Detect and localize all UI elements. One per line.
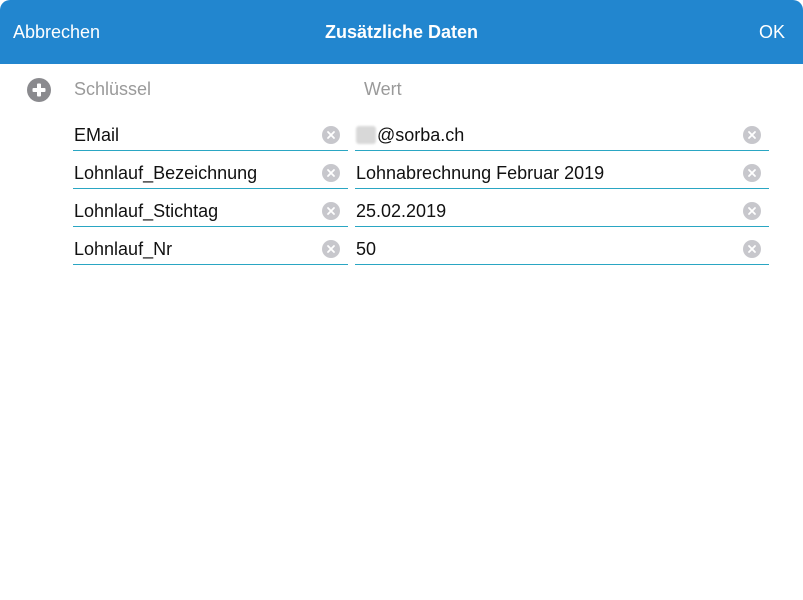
add-row-icon[interactable] bbox=[26, 77, 52, 103]
dialog-title: Zusätzliche Daten bbox=[324, 22, 479, 42]
redacted-text bbox=[356, 126, 376, 144]
key-field-text: Lohnlauf_Bezeichnung bbox=[74, 163, 258, 183]
key-field-text: Lohnlauf_Nr bbox=[74, 239, 173, 259]
clear-icon[interactable] bbox=[743, 126, 761, 144]
table-row: Lohnlauf_Nr 50 bbox=[0, 238, 803, 276]
key-field-text: Lohnlauf_Stichtag bbox=[74, 201, 219, 221]
value-field-text: 25.02.2019 bbox=[356, 201, 447, 221]
value-field-text-visible: @sorba.ch bbox=[377, 125, 465, 145]
value-field-text: Lohnabrechnung Februar 2019 bbox=[356, 163, 605, 183]
key-field[interactable]: Lohnlauf_Stichtag bbox=[73, 200, 348, 227]
clear-icon[interactable] bbox=[743, 164, 761, 182]
value-field-text: @sorba.ch bbox=[356, 125, 464, 146]
ok-button[interactable]: OK bbox=[759, 22, 785, 43]
value-field[interactable]: 50 bbox=[355, 238, 769, 265]
key-field[interactable]: Lohnlauf_Nr bbox=[73, 238, 348, 265]
value-field[interactable]: 25.02.2019 bbox=[355, 200, 769, 227]
value-column-header: Wert bbox=[364, 79, 402, 99]
value-field-text: 50 bbox=[356, 239, 377, 259]
table-row: EMail @sorba.ch bbox=[0, 124, 803, 162]
dialog: Abbrechen Zusätzliche Daten OK Schlüssel… bbox=[0, 0, 803, 600]
clear-icon[interactable] bbox=[322, 240, 340, 258]
table-row: Lohnlauf_Stichtag 25.02.2019 bbox=[0, 200, 803, 238]
key-column-header: Schlüssel bbox=[74, 79, 152, 99]
key-field-text: EMail bbox=[74, 125, 120, 145]
clear-icon[interactable] bbox=[743, 240, 761, 258]
clear-icon[interactable] bbox=[322, 126, 340, 144]
table-row: Lohnlauf_Bezeichnung Lohnabrechnung Febr… bbox=[0, 162, 803, 200]
key-field[interactable]: EMail bbox=[73, 124, 348, 151]
value-field[interactable]: Lohnabrechnung Februar 2019 bbox=[355, 162, 769, 189]
clear-icon[interactable] bbox=[322, 202, 340, 220]
value-field[interactable]: @sorba.ch bbox=[355, 124, 769, 151]
navigation-bar: Abbrechen Zusätzliche Daten OK bbox=[0, 0, 803, 64]
clear-icon[interactable] bbox=[743, 202, 761, 220]
clear-icon[interactable] bbox=[322, 164, 340, 182]
key-field[interactable]: Lohnlauf_Bezeichnung bbox=[73, 162, 348, 189]
